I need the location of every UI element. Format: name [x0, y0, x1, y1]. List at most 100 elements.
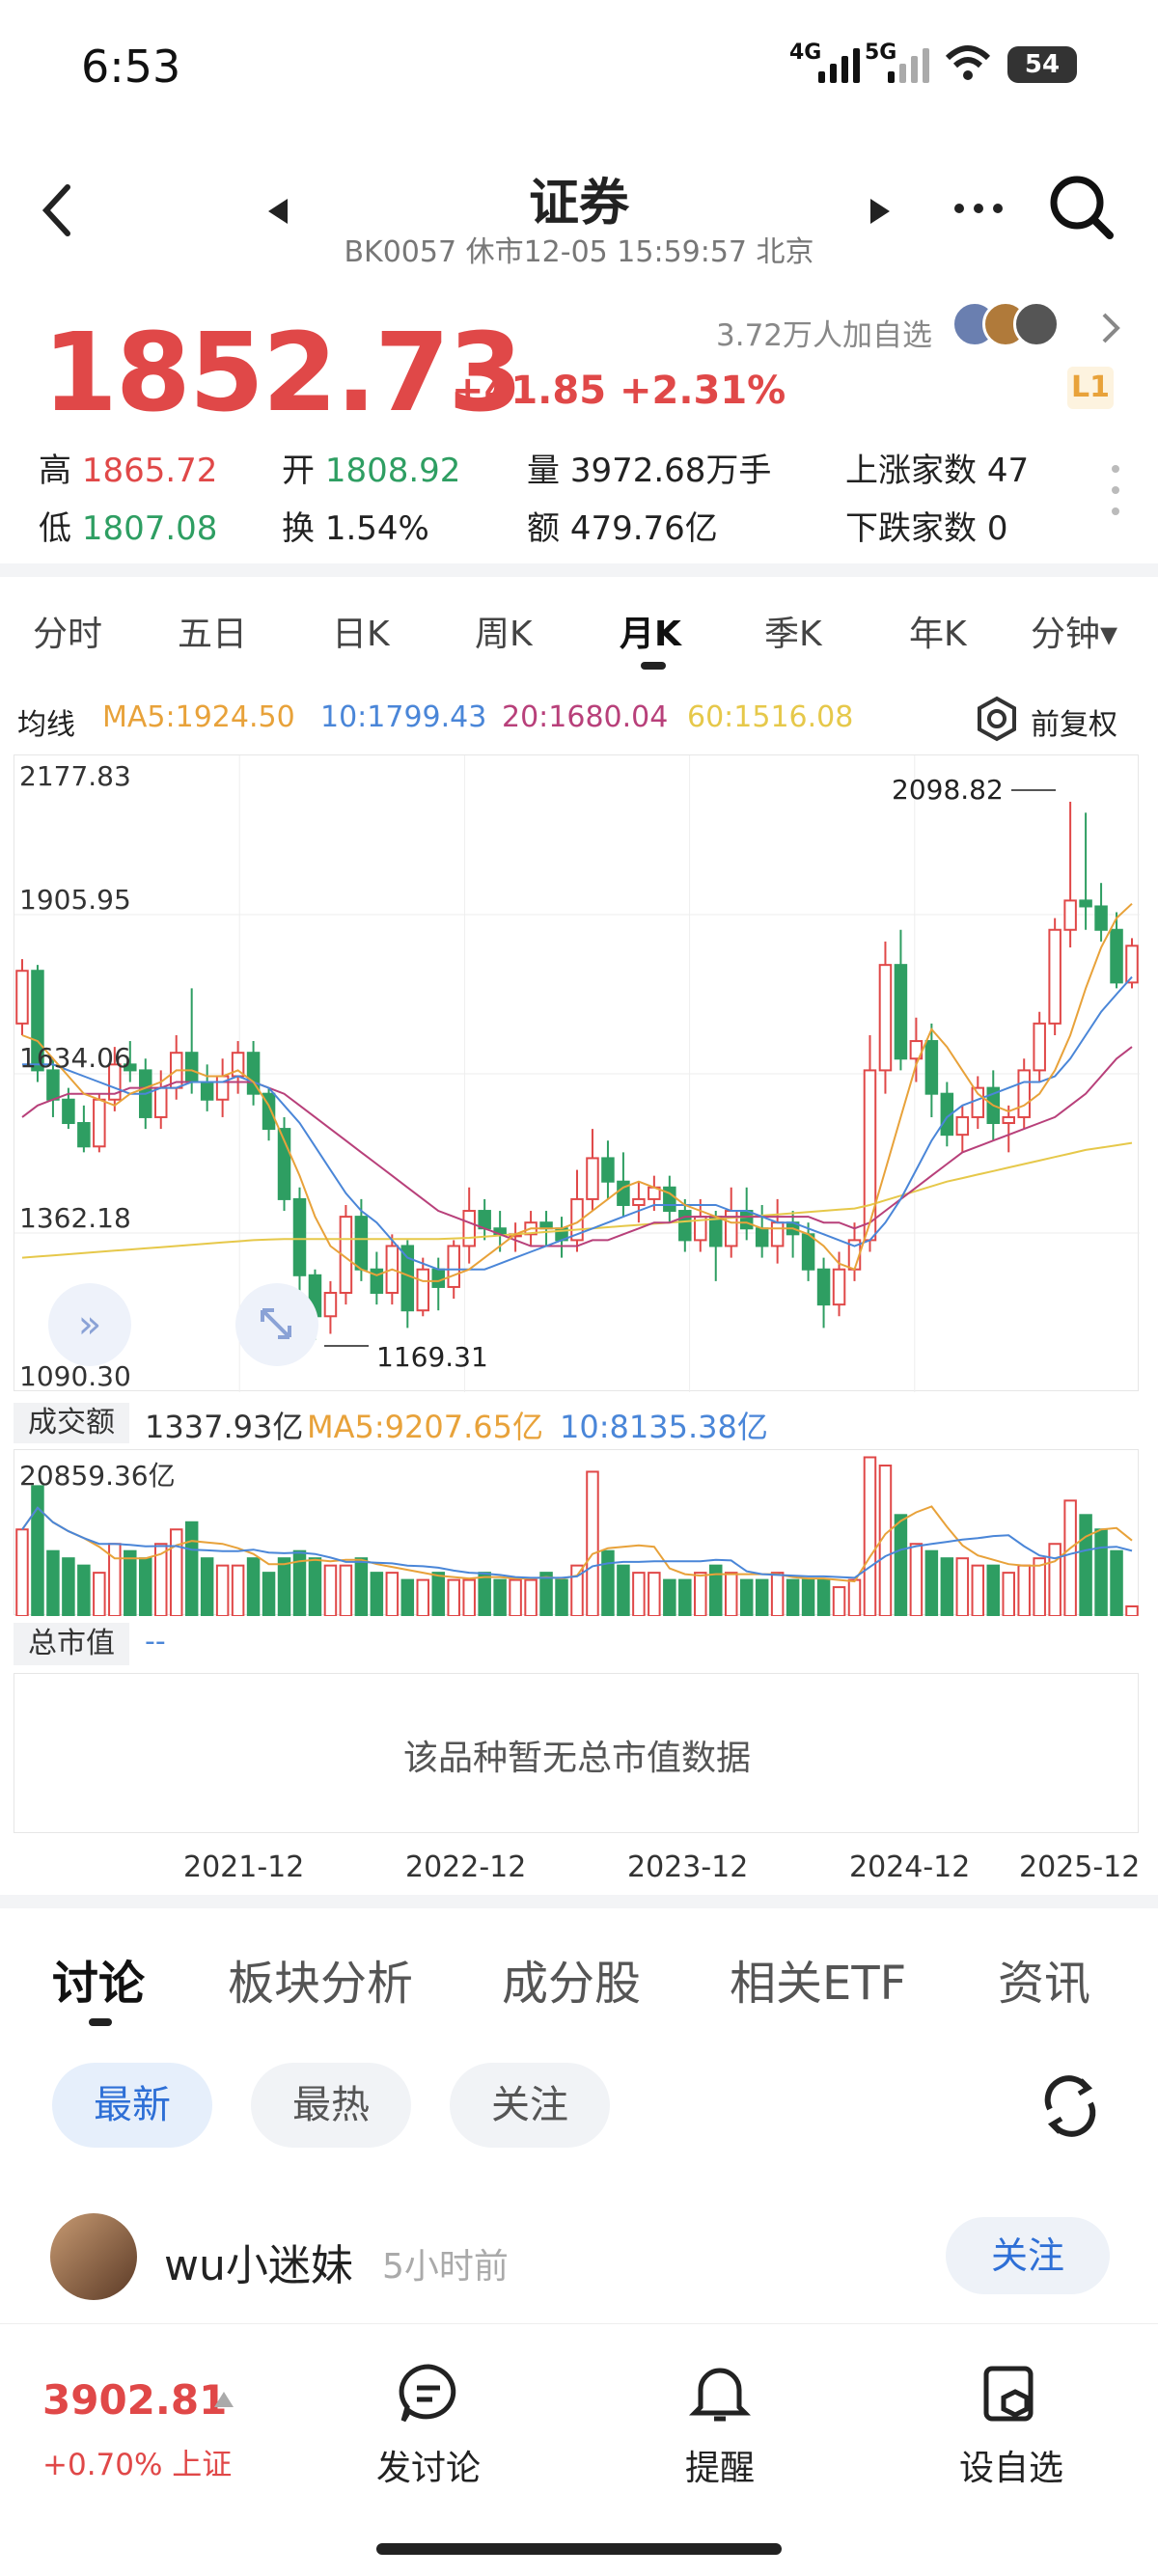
network-4g-label: 4G	[789, 41, 822, 65]
candle-body	[1094, 905, 1108, 931]
x-label-2021: 2021-12	[183, 1850, 305, 1884]
ma10-value: 10:1799.43	[320, 700, 487, 734]
volume-bar	[478, 1572, 491, 1617]
volume-bar	[524, 1578, 538, 1617]
tab-discussion[interactable]: 讨论	[52, 1945, 145, 2013]
search-icon[interactable]	[1048, 174, 1116, 241]
tab-intraday[interactable]: 分时	[33, 606, 102, 656]
post-username[interactable]: wu小迷妹	[164, 2231, 353, 2292]
candle-body	[447, 1245, 460, 1288]
y-label-bottom: 1090.30	[19, 1360, 131, 1392]
section-divider	[0, 563, 1158, 577]
tab-quarterly[interactable]: 季K	[764, 606, 822, 656]
y-label-3: 1634.06	[19, 1042, 131, 1074]
market-value-label: 总市值	[14, 1623, 129, 1665]
candle-body	[863, 1069, 877, 1242]
candle-body	[632, 1197, 646, 1206]
fullscreen-icon[interactable]	[235, 1283, 318, 1366]
stat-open-label: 开	[282, 452, 315, 490]
candle-body	[416, 1268, 430, 1312]
home-indicator	[376, 2543, 782, 2555]
candle-body	[323, 1292, 338, 1318]
tab-related-etf[interactable]: 相关ETF	[730, 1945, 906, 2013]
tab-5day[interactable]: 五日	[178, 606, 247, 656]
tab-yearly[interactable]: 年K	[909, 606, 967, 656]
refresh-icon[interactable]	[1036, 2072, 1104, 2140]
volume-bar	[586, 1470, 599, 1617]
candle-body	[1063, 899, 1077, 931]
tab-minute[interactable]: 分钟▾	[1031, 606, 1117, 656]
volume-bar	[262, 1572, 276, 1617]
tab-monthly[interactable]: 月K	[620, 606, 681, 656]
volume-bar	[909, 1543, 924, 1617]
volume-bar	[539, 1572, 553, 1617]
discuss-label[interactable]: 发讨论	[332, 2440, 525, 2490]
tab-constituents[interactable]: 成分股	[502, 1945, 641, 2013]
stat-down: 下跌家数 0	[845, 502, 1007, 549]
add-watchlist-icon[interactable]	[980, 2363, 1042, 2425]
adjust-mode[interactable]: 前复权	[1031, 700, 1117, 743]
expand-arrows-icon[interactable]: »	[48, 1283, 131, 1366]
volume-bar	[601, 1549, 615, 1617]
more-vertical-icon[interactable]	[1108, 461, 1123, 519]
min-marker-line	[324, 1345, 369, 1347]
alert-label[interactable]: 提醒	[623, 2440, 816, 2490]
tab-sector-analysis[interactable]: 板块分析	[228, 1945, 413, 2013]
volume-bar	[169, 1528, 183, 1617]
index-value[interactable]: 3902.81	[42, 2376, 227, 2424]
follower-avatars[interactable]	[951, 301, 1060, 349]
volume-bar	[724, 1572, 738, 1617]
candle-body	[46, 1069, 60, 1101]
filter-following[interactable]: 关注	[450, 2063, 610, 2148]
volume-bar	[755, 1578, 769, 1617]
chevron-right-icon[interactable]	[1100, 311, 1123, 345]
stat-volume: 量 3972.68万手	[527, 444, 771, 491]
tab-news[interactable]: 资讯	[998, 1945, 1090, 2013]
stat-amount: 额 479.76亿	[527, 502, 718, 549]
filter-hot[interactable]: 最热	[251, 2063, 411, 2148]
volume-bar	[1079, 1514, 1092, 1617]
volume-bar	[617, 1564, 630, 1617]
candle-body	[832, 1268, 846, 1306]
status-time: 6:53	[81, 41, 181, 93]
user-avatar[interactable]	[50, 2213, 137, 2300]
candle-body	[400, 1245, 415, 1312]
post-time: 5小时前	[382, 2247, 509, 2287]
volume-bar	[1048, 1543, 1062, 1617]
candle-body	[755, 1227, 769, 1247]
candle-body	[1002, 1115, 1015, 1125]
volume-bar	[1063, 1499, 1077, 1617]
volume-chart[interactable]	[14, 1449, 1139, 1618]
stat-volume-value: 3972.68万手	[569, 452, 772, 490]
volume-bar	[770, 1572, 785, 1617]
stat-turnover: 换 1.54%	[282, 502, 429, 549]
index-change[interactable]: +0.70% 上证	[42, 2440, 232, 2483]
candle-body	[678, 1210, 692, 1242]
bell-icon[interactable]	[689, 2363, 751, 2425]
volume-bar	[786, 1578, 800, 1617]
volume-bar	[400, 1578, 415, 1617]
next-stock-icon[interactable]	[868, 197, 892, 226]
volume-bar	[955, 1557, 970, 1617]
discuss-icon[interactable]	[398, 2363, 459, 2425]
candle-body	[1048, 928, 1062, 1025]
watchlist-label[interactable]: 设自选	[915, 2440, 1108, 2490]
more-icon[interactable]	[951, 199, 1006, 218]
settings-icon[interactable]	[973, 695, 1021, 743]
stat-high: 高 1865.72	[39, 444, 217, 491]
stat-low: 低 1807.08	[39, 502, 217, 549]
candle-body	[739, 1210, 754, 1230]
candlestick-chart[interactable]	[14, 754, 1140, 1392]
min-price-marker: 1169.31	[376, 1341, 488, 1373]
tab-weekly[interactable]: 周K	[475, 606, 533, 656]
stat-turnover-label: 换	[282, 509, 315, 548]
filter-latest[interactable]: 最新	[52, 2063, 212, 2148]
volume-bar	[31, 1485, 44, 1617]
candlestick-svg	[14, 755, 1140, 1392]
candle-body	[1017, 1069, 1031, 1118]
volume-bar	[1110, 1549, 1123, 1617]
follow-button[interactable]: 关注	[946, 2217, 1110, 2294]
x-label-2022: 2022-12	[405, 1850, 527, 1884]
stat-up: 上涨家数 47	[845, 444, 1029, 491]
tab-daily[interactable]: 日K	[332, 606, 390, 656]
